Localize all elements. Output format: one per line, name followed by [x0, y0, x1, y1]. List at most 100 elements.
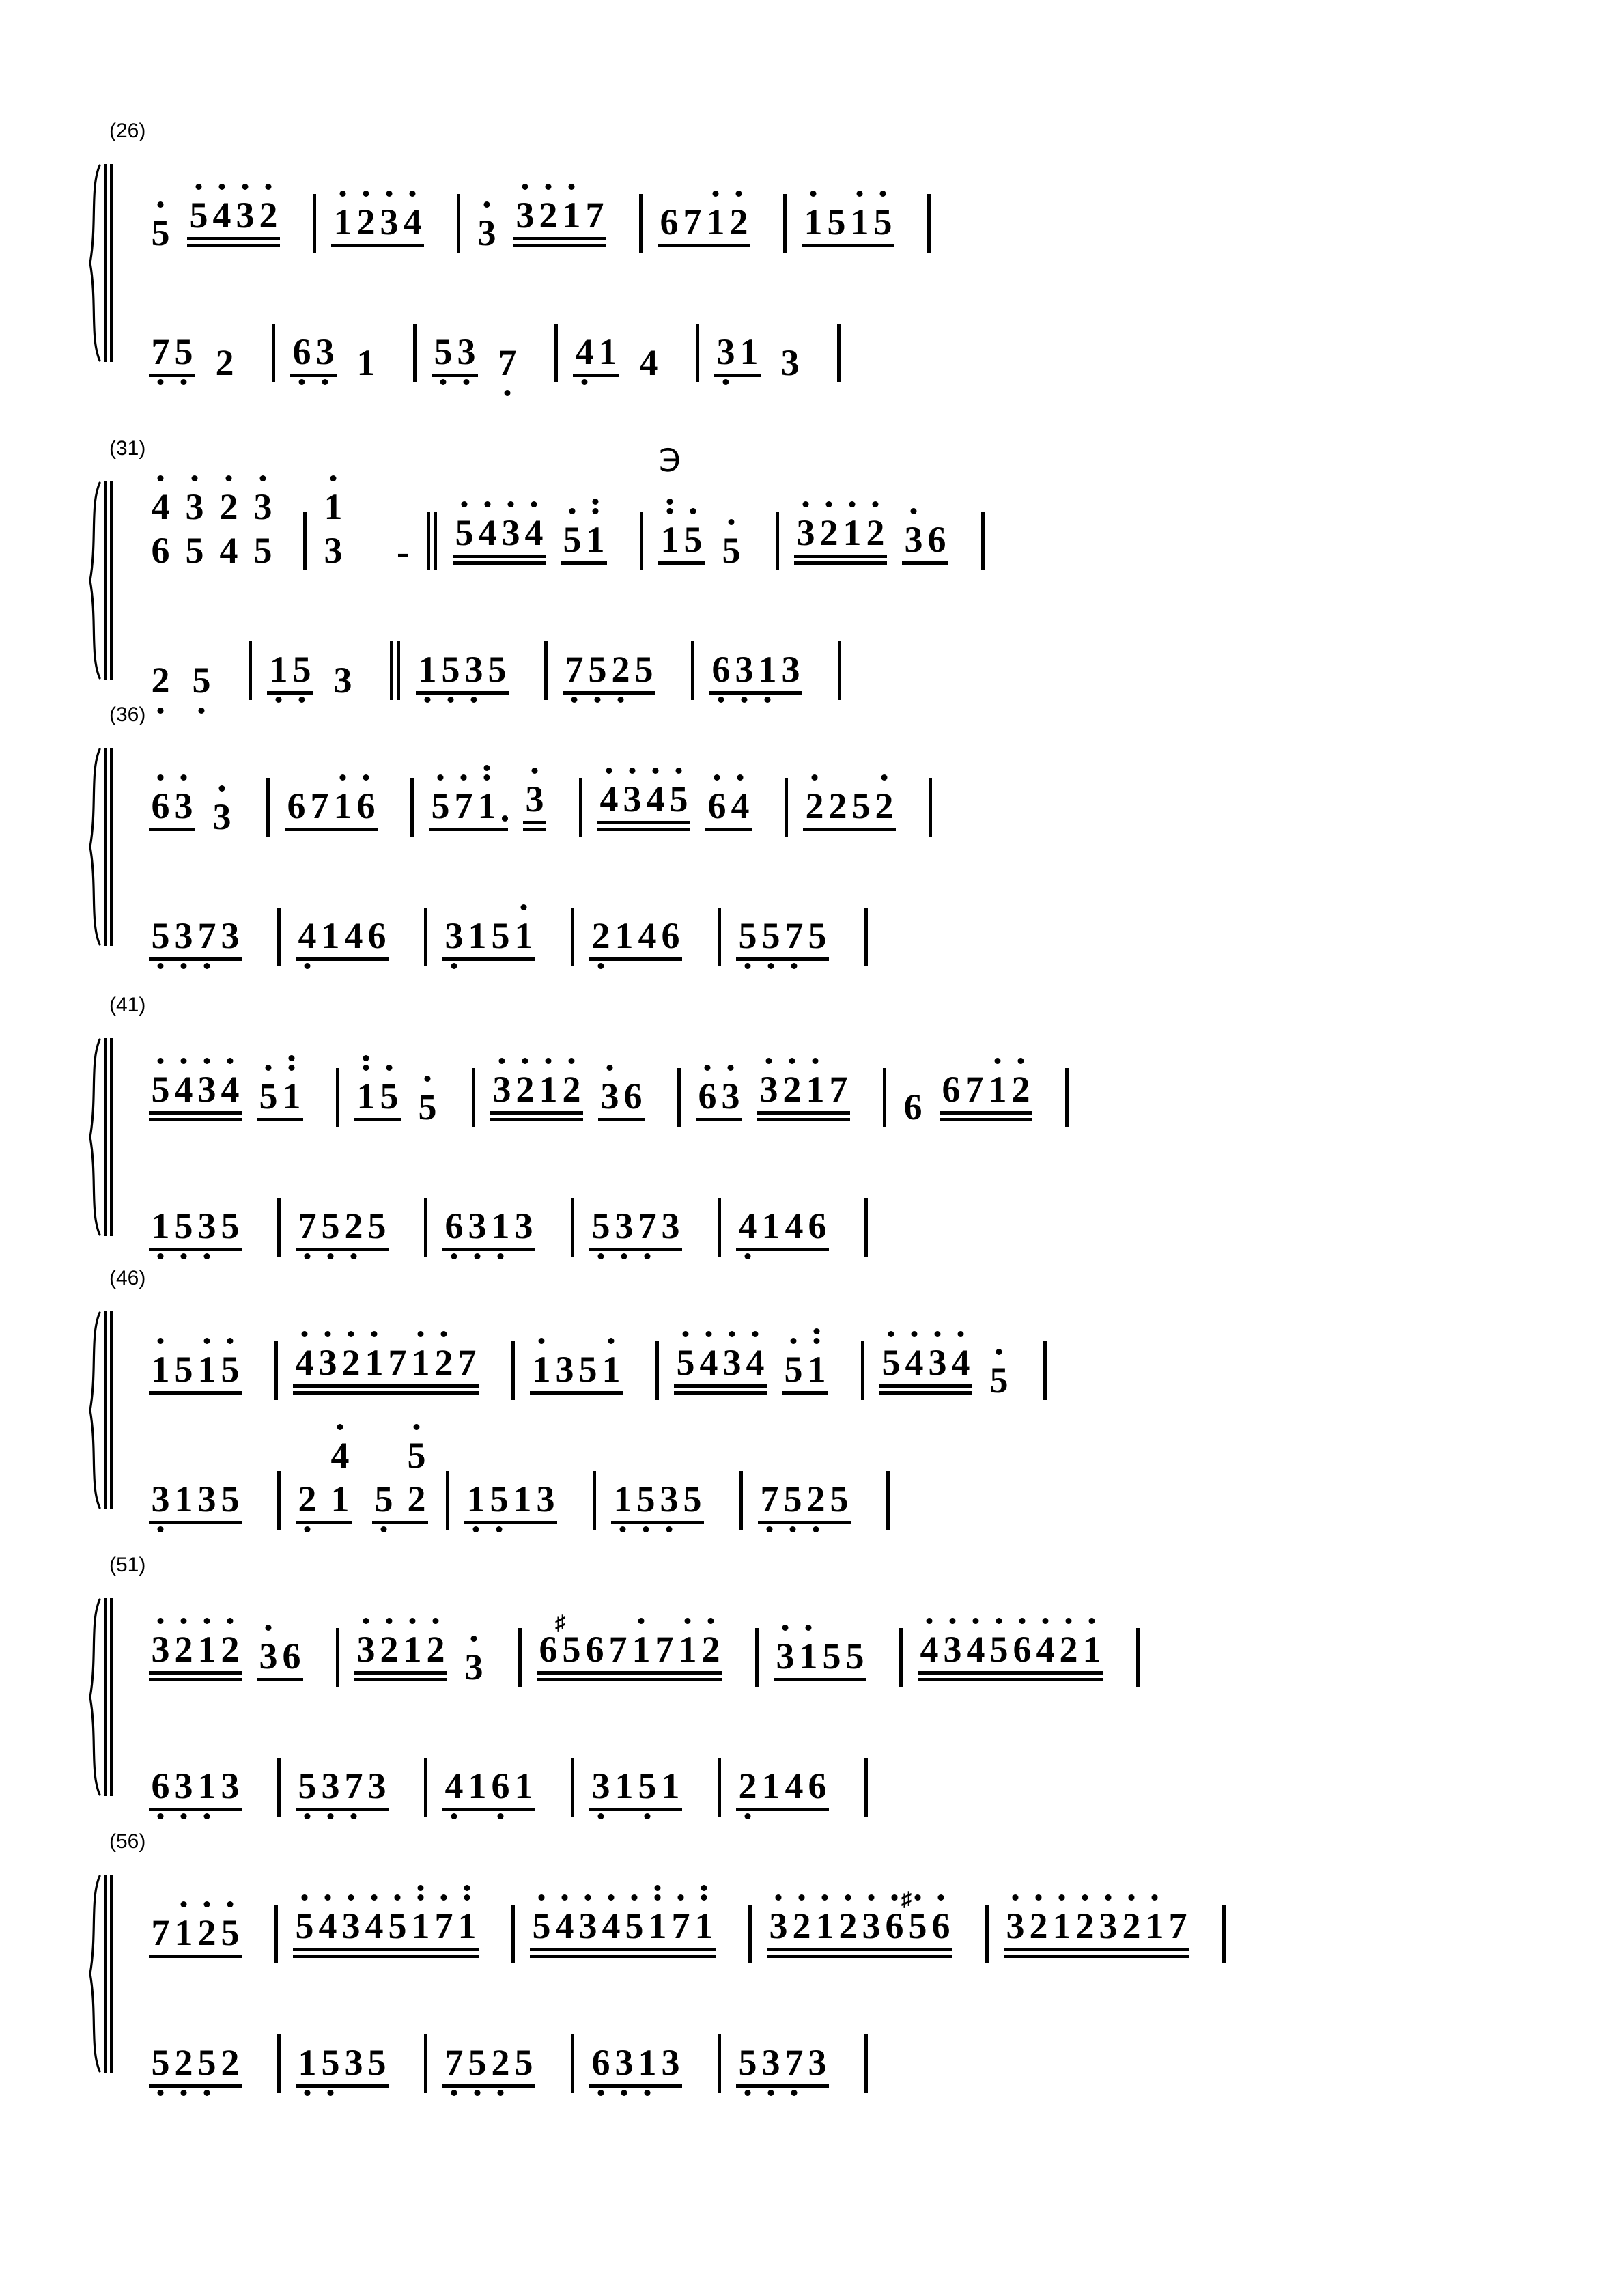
brace-icon [86, 1598, 104, 1796]
measure: 6716 [285, 774, 393, 837]
barline [424, 2034, 427, 2093]
measure: 1351 [530, 1338, 638, 1400]
beamed-note-group: 3212 [149, 1618, 242, 1675]
octave-up-dot [1128, 1894, 1135, 1901]
note: 5 [187, 184, 210, 235]
octave-up-dot [227, 1618, 234, 1624]
barline [718, 1758, 721, 1817]
chord-stack: 35 [251, 475, 274, 570]
octave-up-dot [994, 1058, 1001, 1064]
note: 3 [344, 2042, 363, 2083]
note: 4 [476, 501, 499, 552]
treble-staff: 151543217127135154345154345 [134, 1318, 1478, 1400]
beamed-note-group: 3 2 1 2 3 6 5 ♯ 6 [767, 1890, 952, 1951]
note: 3 [316, 1331, 339, 1382]
octave-up-dot [810, 191, 817, 197]
octave-down-dot [643, 1526, 649, 1532]
barline [277, 1758, 281, 1817]
barline [1043, 1341, 1047, 1400]
octave-up-dot-2 [417, 1885, 424, 1891]
chord-stack: 24 [217, 475, 240, 570]
octave-up-dot [386, 191, 393, 197]
barline [785, 778, 788, 837]
octave-down-dot [203, 1253, 210, 1259]
octave-up-dot [821, 1894, 828, 1901]
octave-up-dot [363, 1618, 369, 1624]
octave-down-dot [440, 379, 447, 385]
chord-stack: 35 [183, 475, 206, 570]
note: 5 [561, 508, 584, 559]
piano-brace-group [86, 1038, 113, 1236]
note: 3 [1004, 1894, 1027, 1946]
note: 2 [378, 1618, 401, 1669]
double-barline [426, 512, 438, 570]
octave-down-dot [597, 1253, 604, 1259]
octave-up-dot [461, 501, 468, 507]
note: 5 [491, 915, 510, 956]
octave-up-dot [507, 501, 514, 507]
octave-up-dot [957, 1331, 964, 1337]
note: 3 [719, 1065, 742, 1116]
measure: 633217 [696, 1058, 865, 1127]
note: 3 [536, 1479, 555, 1520]
octave-up-dot [1088, 1618, 1095, 1624]
note: 3 [257, 1625, 280, 1676]
octave-up-dot [729, 1331, 735, 1337]
note: 3 [576, 1894, 599, 1946]
octave-up-dot [707, 1618, 714, 1624]
beamed-note-group: 54345171 [293, 1885, 479, 1951]
note: 4 [401, 191, 424, 242]
note: 7 [496, 344, 519, 396]
measure: 543451 [674, 1328, 843, 1400]
note: 2 [1120, 1894, 1143, 1946]
note: 7 [432, 1894, 455, 1946]
beamed-note-group: 2146 [589, 917, 682, 969]
octave-up-dot [460, 774, 467, 781]
octave-up-dot [802, 501, 809, 507]
octave-up-dot [227, 1901, 234, 1907]
system-start-barline [104, 481, 113, 680]
measure: 1535 [416, 651, 526, 703]
note: 1 [739, 331, 759, 372]
note-group: 3 [475, 201, 498, 253]
bass-staff: 52521535752563135373 [134, 2011, 1478, 2096]
note: 3 [513, 184, 537, 235]
note: 5 [667, 768, 690, 819]
note: 5 [149, 2044, 172, 2096]
note: 3 [195, 1058, 218, 1109]
octave-up-dot [608, 1338, 615, 1344]
system-start-barline [104, 748, 113, 946]
barline [980, 512, 985, 570]
note: 2 [221, 2042, 240, 2083]
measure: 1234 [331, 191, 439, 253]
note: 7 [585, 195, 604, 236]
octave-up-dot-2 [701, 1885, 707, 1891]
note: 2 [149, 662, 172, 714]
note: 3 [514, 1205, 533, 1246]
note: 2 [217, 475, 240, 527]
chord-stack: 46 [149, 475, 172, 570]
octave-up-dot [538, 1338, 545, 1344]
note: 4 [316, 1894, 339, 1946]
octave-down-dot [644, 1253, 651, 1259]
note: 1 [321, 915, 340, 956]
beamed-note-group: 51 [560, 499, 607, 565]
note: 7 [1168, 1905, 1187, 1946]
octave-down-dot [744, 1813, 751, 1819]
note: 3 [774, 1625, 797, 1676]
note: 4 [1034, 1618, 1057, 1669]
note: 3 [490, 1058, 513, 1109]
octave-down-dot [304, 963, 311, 969]
barline [1065, 1068, 1069, 1127]
octave-up-dot [1042, 1618, 1049, 1624]
barline [886, 1471, 890, 1530]
barline [864, 1758, 868, 1817]
note: 3 [183, 475, 206, 527]
octave-down-dot [350, 1813, 357, 1819]
note: 6 [808, 1765, 827, 1806]
octave-up-dot [203, 1618, 210, 1624]
octave-down-dot [581, 379, 588, 385]
measure-number: (41) [109, 994, 146, 1016]
note: 2 [1073, 1894, 1097, 1946]
note: 1 [530, 1338, 553, 1389]
